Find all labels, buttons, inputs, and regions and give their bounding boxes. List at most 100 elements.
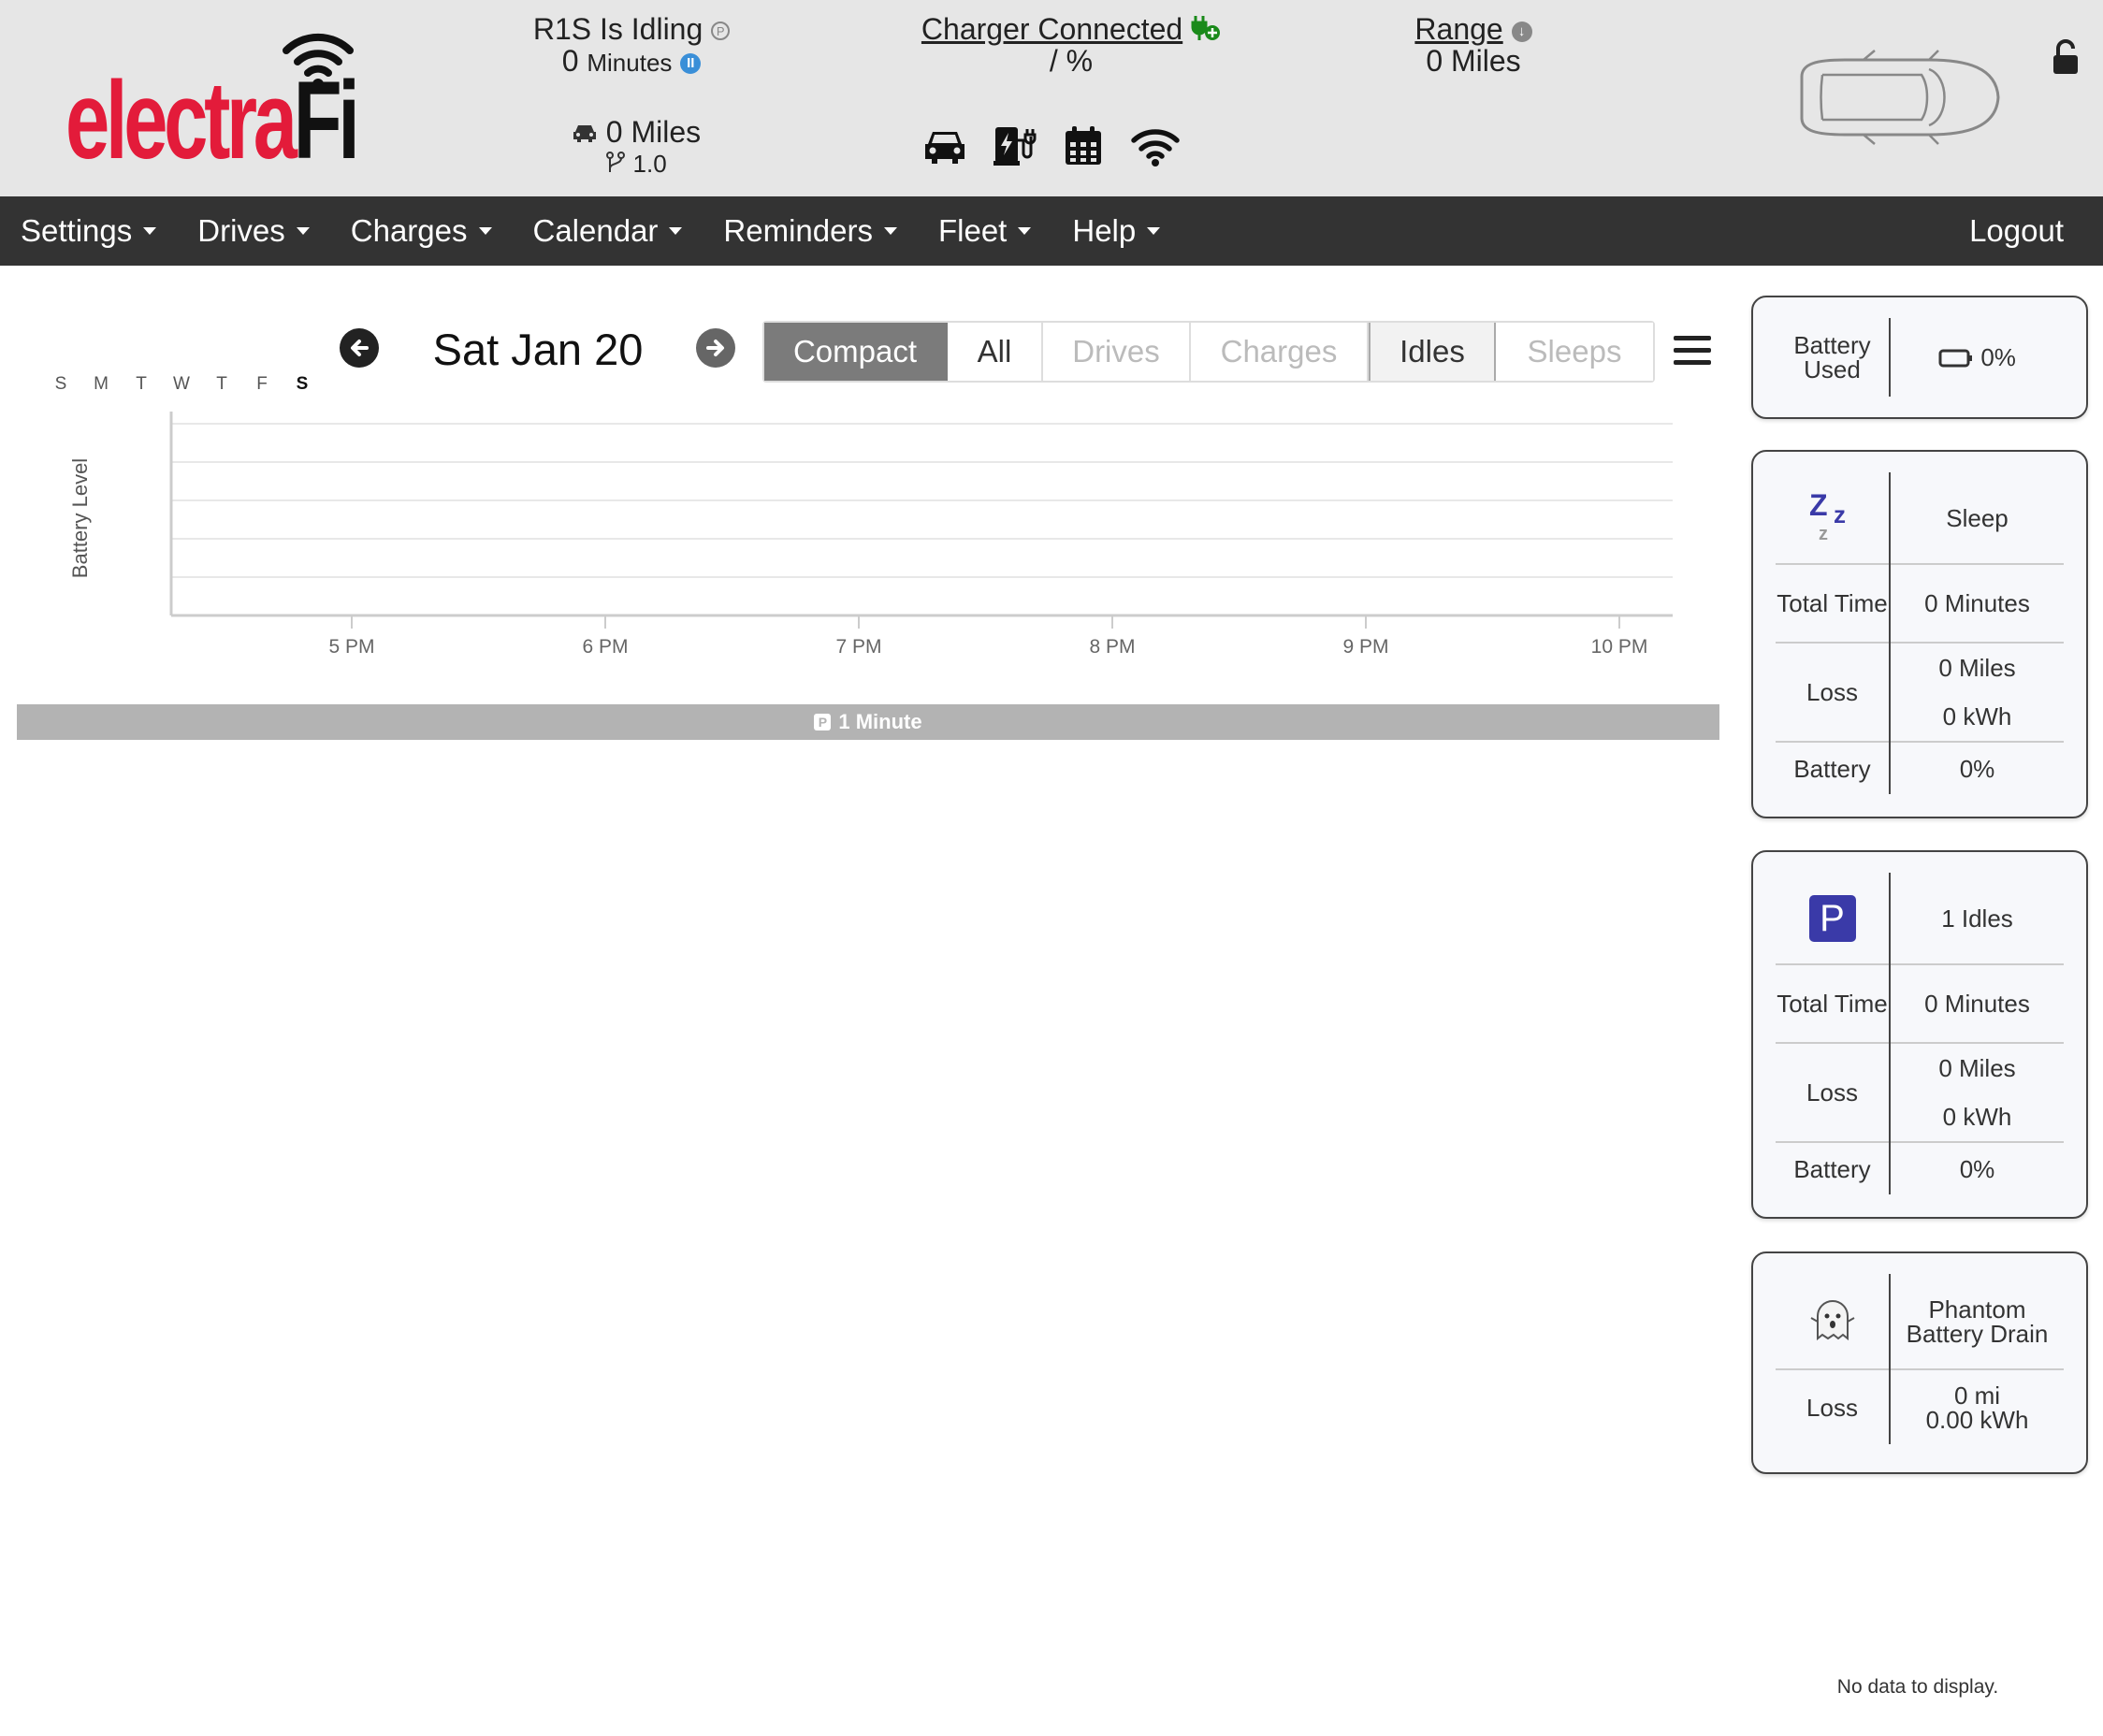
car-icon[interactable]	[922, 123, 967, 168]
filter-sleeps-button[interactable]: Sleeps	[1496, 323, 1653, 381]
arrow-left-icon	[351, 340, 369, 356]
nav-fleet[interactable]: Fleet	[918, 196, 1052, 266]
quick-icons	[922, 123, 1180, 168]
weekday-thu[interactable]: T	[202, 374, 242, 395]
nav-drives-label: Drives	[197, 213, 285, 248]
filter-all-button[interactable]: All	[948, 323, 1043, 381]
week-day-selector: S M T W T F S	[41, 374, 323, 395]
prev-day-button[interactable]	[340, 328, 379, 368]
chevron-down-icon	[1147, 227, 1161, 235]
battery-icon	[1938, 349, 1973, 368]
idle-loss-miles: 0 Miles	[1938, 1054, 2016, 1082]
filter-compact-button[interactable]: Compact	[764, 323, 948, 381]
logout-link[interactable]: Logout	[1949, 196, 2084, 266]
nav-reminders-label: Reminders	[723, 213, 873, 248]
next-day-button[interactable]	[696, 328, 735, 368]
parking-circle-icon: P	[711, 22, 731, 40]
logo-text-electra: electra	[65, 59, 297, 182]
idle-duration-value: 0	[561, 44, 579, 78]
chevron-down-icon	[883, 227, 897, 235]
filter-idles-button[interactable]: Idles	[1369, 323, 1496, 381]
view-filter-group: Compact All Drives Charges Idles Sleeps	[762, 321, 1655, 383]
charging-station-icon[interactable]	[992, 123, 1037, 168]
nav-reminders[interactable]: Reminders	[703, 196, 918, 266]
weekday-wed[interactable]: W	[162, 374, 202, 395]
chart-svg: Battery Level 5 PM 6 PM 7 PM 8 PM 9 PM 10 PM	[68, 412, 1673, 658]
chevron-down-icon	[478, 227, 492, 235]
pause-icon[interactable]: II	[680, 53, 702, 74]
battery-used-card: Battery Used 0%	[1751, 296, 2088, 419]
range-title-link[interactable]: Range	[1414, 12, 1502, 46]
date-title: Sat Jan 20	[432, 325, 644, 374]
charger-status[interactable]: Charger Connected / %	[870, 13, 1272, 77]
sleep-battery-label: Battery	[1776, 741, 1891, 794]
info-down-icon: ↓	[1511, 22, 1532, 42]
phantom-loss-kwh: 0.00 kWh	[1925, 1405, 2029, 1434]
idle-loss-kwh: 0 kWh	[1942, 1103, 2012, 1131]
nav-settings-label: Settings	[21, 213, 133, 248]
idle-timeline-bar[interactable]: P 1 Minute	[17, 704, 1719, 740]
y-axis-label: Battery Level	[68, 458, 92, 578]
parking-sign-icon: P	[1808, 894, 1856, 942]
sleep-zzz-icon: Z z z	[1809, 488, 1846, 544]
idle-total-time: 0 Minutes	[1890, 963, 2064, 1043]
x-tick-label-5: 10 PM	[1591, 636, 1648, 658]
hamburger-menu-icon[interactable]	[1674, 334, 1711, 368]
sleep-loss-miles: 0 Miles	[1938, 654, 2016, 682]
phantom-loss-label: Loss	[1776, 1368, 1891, 1444]
sleep-total-time-label: Total Time	[1776, 563, 1891, 643]
charger-title-link[interactable]: Charger Connected	[921, 12, 1182, 46]
phantom-title: Phantom Battery Drain	[1906, 1295, 2049, 1348]
chevron-down-icon	[143, 227, 157, 235]
chevron-down-icon	[669, 227, 683, 235]
chevron-down-icon	[296, 227, 310, 235]
calendar-icon[interactable]	[1061, 123, 1106, 168]
nav-drives[interactable]: Drives	[177, 196, 330, 266]
nav-charges[interactable]: Charges	[330, 196, 513, 266]
phantom-drain-card: Phantom Battery Drain Loss 0 mi 0.00 kWh	[1751, 1251, 2088, 1474]
range-status[interactable]: Range ↓ 0 Miles	[1375, 13, 1572, 77]
sleep-battery: 0%	[1890, 741, 2064, 794]
filter-drives-button[interactable]: Drives	[1043, 323, 1191, 381]
car-small-icon	[573, 125, 596, 142]
battery-used-value: 0%	[1980, 343, 2016, 371]
software-version: 1.0	[632, 150, 667, 178]
x-tick-label-0: 5 PM	[328, 636, 374, 658]
timeline-label: 1 Minute	[838, 710, 922, 733]
svg-text:z: z	[1834, 500, 1846, 528]
nav-help-label: Help	[1072, 213, 1137, 248]
arrow-right-icon	[706, 340, 724, 356]
sleep-summary-card: Z z z Sleep Total Time 0 Minutes Loss 0 …	[1751, 450, 2088, 818]
nav-calendar[interactable]: Calendar	[513, 196, 703, 266]
chart-grid	[171, 423, 1673, 578]
idle-summary-card: P 1 Idles Total Time 0 Minutes Loss 0 Mi…	[1751, 850, 2088, 1219]
sleep-loss-kwh: 0 kWh	[1942, 702, 2012, 731]
logo-text-fi: Fi	[293, 59, 360, 182]
vehicle-top-view-icon[interactable]	[1789, 49, 2004, 146]
nav-calendar-label: Calendar	[532, 213, 659, 248]
x-tick-label-2: 7 PM	[835, 636, 881, 658]
nav-charges-label: Charges	[350, 213, 468, 248]
filter-charges-button[interactable]: Charges	[1191, 323, 1369, 381]
phantom-loss-mi: 0 mi	[1953, 1381, 2001, 1410]
nav-help[interactable]: Help	[1052, 196, 1181, 266]
sleep-total-time: 0 Minutes	[1890, 563, 2064, 643]
sleep-loss-label: Loss	[1776, 642, 1891, 742]
chevron-down-icon	[1018, 227, 1032, 235]
weekday-sat[interactable]: S	[283, 374, 323, 395]
idle-loss-label: Loss	[1776, 1042, 1891, 1142]
main-nav: Settings Drives Charges Calendar Reminde…	[0, 196, 2103, 266]
trip-miles: 0 Miles	[605, 115, 702, 149]
weekday-tue[interactable]: T	[122, 374, 162, 395]
weekday-sun[interactable]: S	[41, 374, 81, 395]
sleep-title: Sleep	[1946, 503, 2009, 532]
weekday-fri[interactable]: F	[242, 374, 283, 395]
nav-settings[interactable]: Settings	[0, 196, 177, 266]
nav-fleet-label: Fleet	[937, 213, 1008, 248]
idle-battery-label: Battery	[1776, 1141, 1891, 1194]
idle-status[interactable]: R1S Is Idling P 0 Minutes II	[505, 13, 758, 79]
electrafi-logo[interactable]: electraFi	[62, 21, 361, 176]
wifi-icon[interactable]	[1130, 123, 1180, 168]
unlocked-lock-icon[interactable]	[2051, 39, 2081, 75]
weekday-mon[interactable]: M	[81, 374, 122, 395]
